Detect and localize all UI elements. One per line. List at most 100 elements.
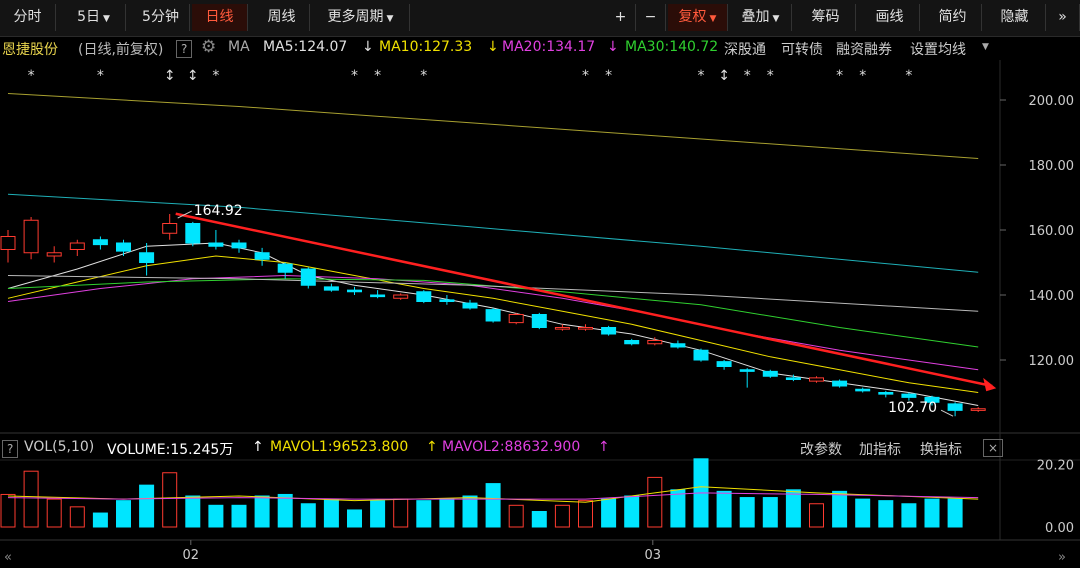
high-price-label: 164.92 [194, 203, 243, 219]
candle-body-down [739, 369, 755, 372]
price-chart[interactable]: 200.00 180.00 160.00 140.00 120.00 20.20 0.00 1… [0, 0, 1080, 568]
expand-icon-label: » [1058, 9, 1067, 25]
indicator-name[interactable]: MA [228, 39, 250, 55]
toolbar: 分时 5日 ▼ 5分钟 日线 周线 更多周期 ▼ + − 复权 ▼ 叠加 ▼ 筹码 画线 简约 隐藏» [0, 0, 1080, 37]
volume-bar-down [762, 497, 778, 528]
period-tab-2[interactable]: 5分钟 [132, 4, 190, 31]
mavol1-value: MAVOL1:96523.800 [270, 439, 409, 455]
candle-body-down [347, 289, 362, 293]
event-mark-icon: * [605, 68, 612, 84]
price-tick-label: 180.00 [1029, 159, 1075, 174]
event-mark-icon: * [836, 68, 843, 84]
link-convertible-bond[interactable]: 可转债 [781, 39, 823, 59]
candle-body-down [601, 327, 617, 335]
volume-bar-down [601, 498, 617, 528]
draw-line-button[interactable]: 画线 [860, 4, 920, 31]
help-button[interactable]: ? [176, 40, 193, 58]
event-mark-icon: * [859, 68, 866, 84]
link-shenzhen-connect[interactable]: 深股通 [724, 39, 766, 59]
volume-bar-down [347, 509, 362, 528]
candle-body-down [116, 242, 131, 252]
volume-bar-down [924, 498, 940, 528]
volume-bar-up [162, 472, 178, 528]
overlay-button[interactable]: 叠加 ▼ [730, 4, 792, 31]
expand-icon[interactable]: » [1046, 4, 1080, 31]
collapse-icon[interactable]: ? [2, 440, 19, 458]
event-mark-icon: * [744, 68, 751, 84]
candle-body-up [554, 327, 570, 330]
add-indicator-button[interactable]: 加指标 [859, 439, 901, 459]
hide-button[interactable]: 隐藏 [984, 4, 1046, 31]
candle-body-down [300, 268, 316, 286]
event-mark-icon: * [582, 68, 589, 84]
event-mark-icon: * [351, 68, 358, 84]
candle-body-down [878, 392, 894, 395]
candle-body-down [693, 349, 709, 361]
volume-bar-down [785, 489, 801, 528]
candle-body-down [277, 263, 293, 273]
volume-tick-label: 0.00 [1045, 521, 1074, 536]
ma10-value: MA10:127.33 [379, 39, 473, 55]
draw-line-button-label: 画线 [875, 9, 904, 25]
link-set-ma[interactable]: 设置均线 [910, 39, 966, 59]
event-mark-icon: * [97, 68, 104, 84]
close-icon[interactable]: × [983, 439, 1004, 457]
low-price-label: 102.70 [888, 400, 937, 416]
volume-bar-up [69, 506, 85, 528]
candle-body-down [785, 377, 801, 380]
zoom-out-button[interactable]: − [636, 4, 666, 31]
candle-body-down [832, 380, 848, 387]
period-tab-4[interactable]: 周线 [254, 4, 310, 31]
restore-rights-button[interactable]: 复权 ▼ [668, 4, 728, 31]
candle-body-down [416, 291, 432, 302]
chips-button-label: 筹码 [811, 9, 840, 25]
period-desc: (日线,前复权) [78, 42, 164, 58]
period-tab-1[interactable]: 5日 ▼ [62, 4, 126, 31]
candle-body-down [485, 309, 501, 322]
event-mark-icon: * [905, 68, 912, 84]
chevron-down-icon[interactable]: ▼ [982, 42, 989, 52]
volume-bar-up [46, 498, 62, 528]
candle-body-down [855, 388, 871, 392]
link-margin-trading[interactable]: 融资融券 [836, 39, 892, 59]
simple-mode-button[interactable]: 简约 [924, 4, 982, 31]
volume-bar-down [185, 495, 201, 528]
vol-ma-line-mavol1 [7, 486, 979, 503]
change-params-button[interactable]: 改参数 [800, 439, 842, 459]
candle-body-up [0, 236, 16, 250]
mavol2-value: MAVOL2:88632.900 [442, 439, 581, 455]
stock-name[interactable]: 恩捷股份 [2, 39, 58, 59]
period-tab-0-label: 分时 [13, 9, 42, 25]
event-mark-icon: * [420, 68, 427, 84]
candle-body-up [393, 294, 409, 299]
candle-body-down [185, 223, 201, 244]
period-tab-5[interactable]: 更多周期 ▼ [312, 4, 410, 31]
candle-body-down [924, 396, 940, 403]
event-mark-icon: * [767, 68, 774, 84]
period-tab-3[interactable]: 日线 [192, 4, 248, 31]
ma-line-ma5 [7, 242, 979, 406]
candle-body-down [254, 252, 270, 260]
zoom-in-button[interactable]: + [606, 4, 636, 31]
gear-icon[interactable]: ⚙ [201, 37, 216, 57]
restore-rights-button-label: 复权 [678, 9, 707, 25]
chips-button[interactable]: 筹码 [796, 4, 856, 31]
volume-info-bar: ? VOL(5,10) VOLUME:15.245万 ↑ MAVOL1:9652… [0, 436, 1080, 460]
ma-line-ma250 [7, 93, 979, 159]
volume-bar-up [809, 503, 824, 528]
volume-bar-down [323, 498, 339, 528]
volume-bar-down [370, 500, 386, 528]
volume-bar-down [739, 497, 755, 528]
price-tick-label: 120.00 [1029, 354, 1075, 369]
volume-bar-up [23, 470, 39, 528]
ma10-arrow: ↓ [487, 39, 499, 55]
high-pointer [177, 210, 192, 219]
candle-body-down [716, 361, 732, 367]
event-mark-icon: * [212, 68, 219, 84]
period-tab-0[interactable]: 分时 [0, 4, 56, 31]
scroll-left-icon: « [4, 550, 12, 565]
vol-label[interactable]: VOL(5,10) [24, 439, 94, 455]
chevron-down-icon: ▼ [386, 14, 394, 24]
switch-indicator-button[interactable]: 换指标 [920, 439, 962, 459]
volume-bar-down [832, 490, 848, 528]
